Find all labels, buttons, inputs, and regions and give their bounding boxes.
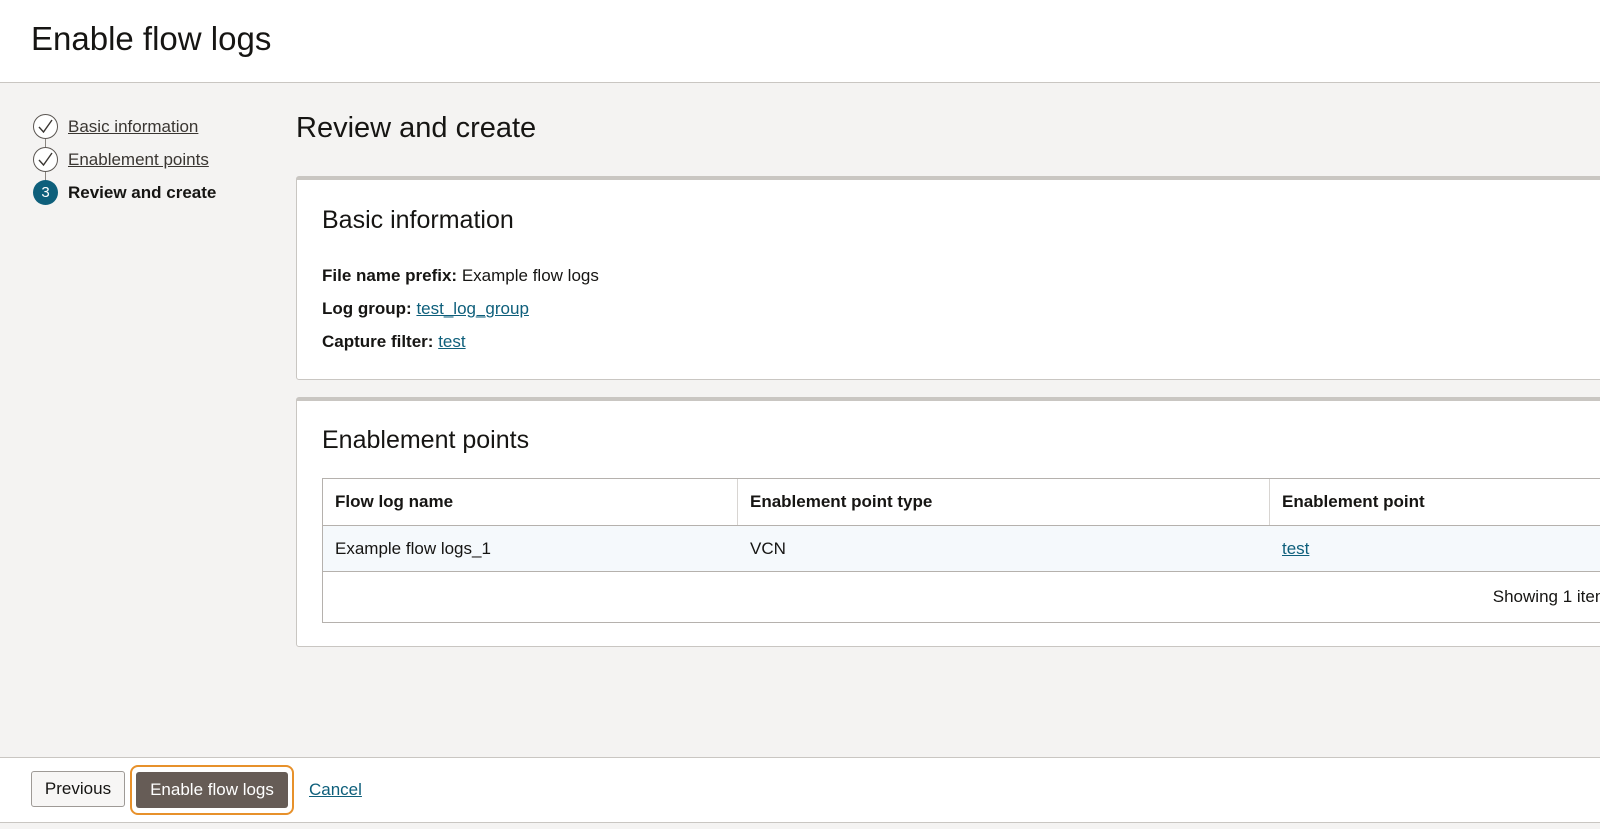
wizard-footer: Previous Enable flow logs Cancel <box>0 757 1600 823</box>
panel-title: Basic information <box>322 206 514 234</box>
step-label: Review and create <box>68 182 217 202</box>
page-title: Enable flow logs <box>31 20 272 57</box>
capture-filter-field: Capture filter: test <box>322 332 466 352</box>
step-enablement-points[interactable]: Enablement points <box>33 143 273 181</box>
previous-button[interactable]: Previous <box>31 771 125 807</box>
step-number-badge: 3 <box>33 180 58 205</box>
log-group-field: Log group: test_log_group <box>322 299 529 319</box>
log-group-link[interactable]: test_log_group <box>416 299 528 318</box>
field-label: Log group: <box>322 299 412 318</box>
page-header: Enable flow logs <box>0 0 1600 83</box>
cell-flow-log-name: Example flow logs_1 <box>335 538 491 558</box>
panel-title: Enablement points <box>322 426 530 454</box>
field-label: File name prefix: <box>322 266 458 285</box>
cell-enablement-point-type: VCN <box>750 538 786 558</box>
enablement-points-panel: Enablement points Flow log name Enableme… <box>296 397 1600 647</box>
basic-information-panel: Basic information File name prefix: Exam… <box>296 176 1600 380</box>
check-icon <box>33 147 58 172</box>
section-title: Review and create <box>296 112 537 144</box>
column-header-flow-log-name: Flow log name <box>323 479 738 525</box>
enablement-points-table: Flow log name Enablement point type Enab… <box>322 478 1600 623</box>
step-review-and-create: 3 Review and create <box>33 176 273 209</box>
file-name-prefix-field: File name prefix: Example flow logs <box>322 266 599 286</box>
cancel-link[interactable]: Cancel <box>309 780 362 800</box>
column-header-enablement-point-type: Enablement point type <box>738 479 1270 525</box>
enablement-point-link[interactable]: test <box>1282 539 1309 559</box>
step-label[interactable]: Basic information <box>68 117 198 137</box>
cell-enablement-point: test <box>1270 526 1600 571</box>
check-icon <box>33 114 58 139</box>
capture-filter-link[interactable]: test <box>438 332 465 351</box>
field-label: Capture filter: <box>322 332 434 351</box>
wizard-steps: Basic information Enablement points 3 Re… <box>33 110 273 209</box>
focus-ring: Enable flow logs <box>130 765 294 815</box>
step-basic-information[interactable]: Basic information <box>33 110 273 148</box>
table-item-count: Showing 1 item <box>1492 587 1600 606</box>
table-header-row: Flow log name Enablement point type Enab… <box>323 479 1600 526</box>
field-value: Example flow logs <box>461 266 599 285</box>
table-row: Example flow logs_1 VCN test <box>323 526 1600 572</box>
step-label[interactable]: Enablement points <box>68 150 209 170</box>
column-header-enablement-point: Enablement point <box>1270 479 1600 525</box>
enable-flow-logs-button[interactable]: Enable flow logs <box>136 772 288 808</box>
